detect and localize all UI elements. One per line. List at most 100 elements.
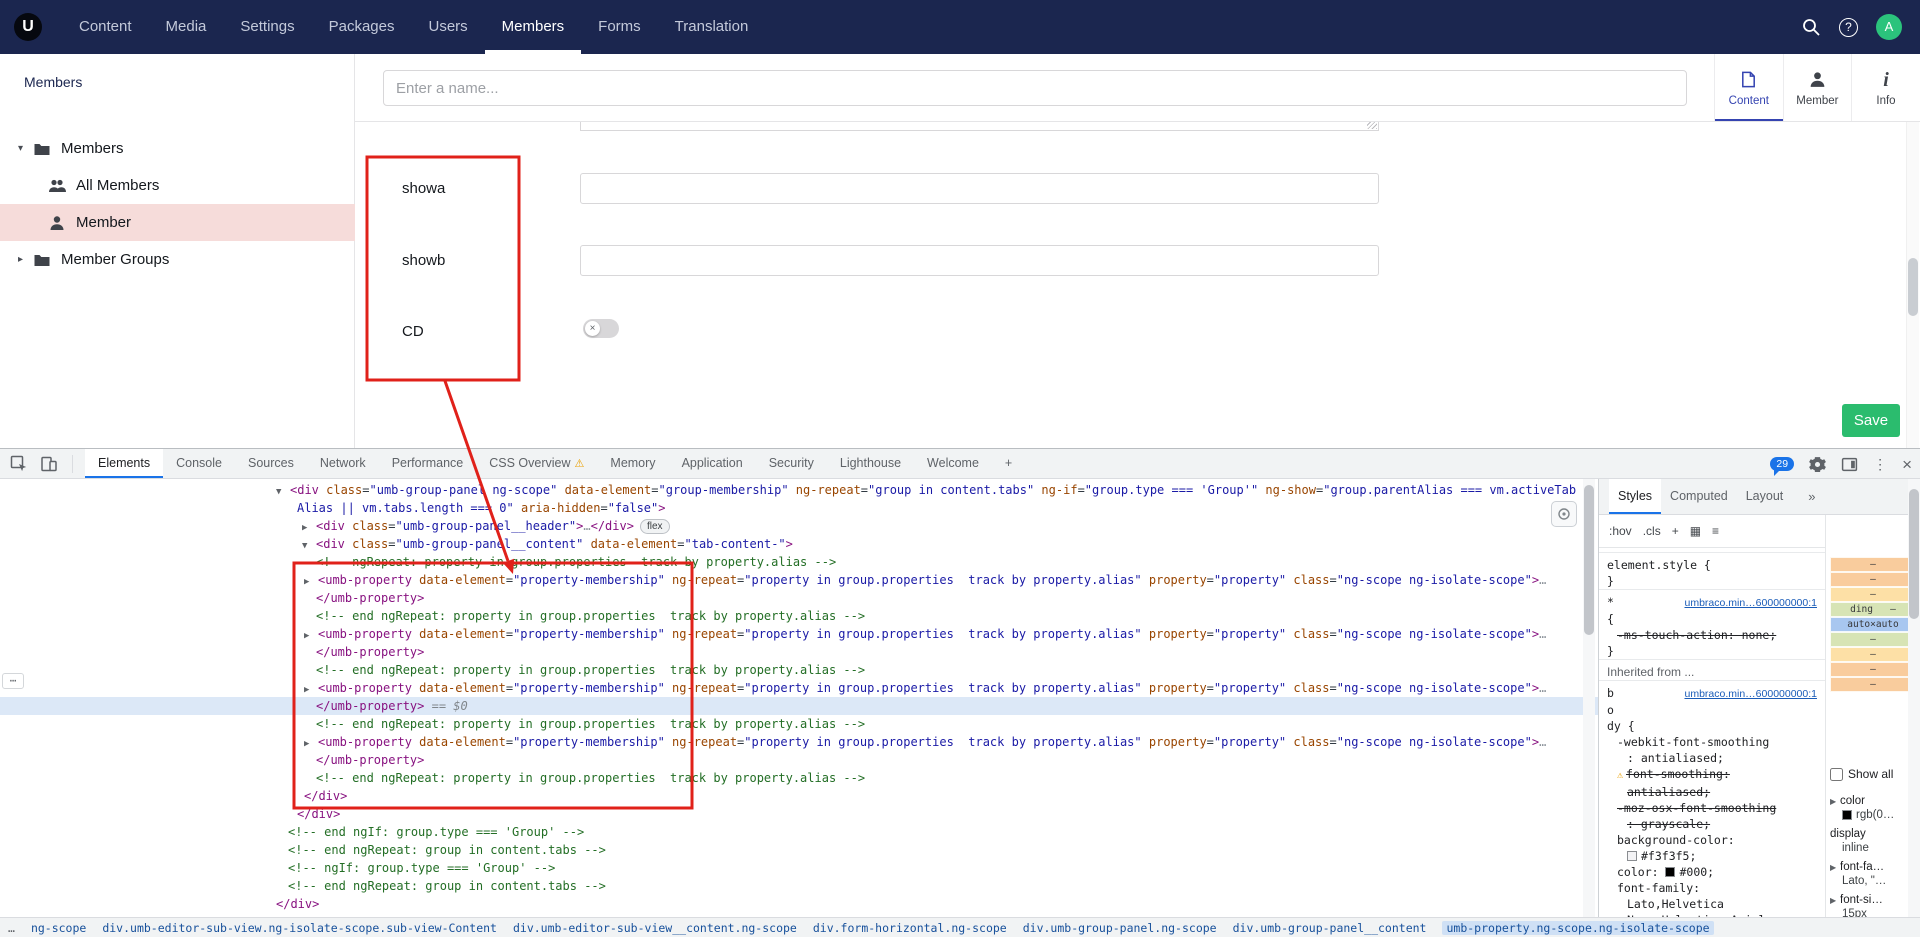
- box-model-row[interactable]: ding –: [1830, 602, 1916, 617]
- dom-tree-node[interactable]: <!-- ngRepeat: property in group.propert…: [0, 553, 1598, 571]
- devtools-tab-lighthouse[interactable]: Lighthouse: [827, 449, 914, 478]
- dom-tree-node[interactable]: ▼ <div class="umb-group-panel__content" d…: [0, 535, 1598, 553]
- page-scrollbar[interactable]: [1906, 122, 1919, 448]
- dom-breadcrumb[interactable]: div.umb-editor-sub-view__content.ng-scop…: [513, 921, 797, 935]
- line-overflow-dots[interactable]: ⋯: [2, 673, 24, 689]
- sidebar-tab-layout[interactable]: Layout: [1737, 479, 1793, 514]
- more-options-icon[interactable]: ⋮: [1873, 456, 1887, 473]
- box-model-row[interactable]: –: [1830, 632, 1916, 647]
- computed-property-color[interactable]: ▶ color rgb(0…: [1830, 795, 1920, 821]
- topnav-item-users[interactable]: Users: [411, 0, 484, 54]
- box-model-row[interactable]: –: [1830, 557, 1916, 572]
- more-tabs-icon[interactable]: »: [1808, 489, 1815, 504]
- dom-breadcrumb[interactable]: umb-property.ng-scope.ng-isolate-scope: [1442, 921, 1714, 935]
- topnav-item-media[interactable]: Media: [149, 0, 224, 54]
- tree-item-all-members[interactable]: All Members: [0, 167, 355, 204]
- dom-tree-node[interactable]: </umb-property> == $0: [0, 697, 1598, 715]
- devtools-tab-css-overview[interactable]: CSS Overview ⚠: [476, 449, 597, 478]
- gear-icon[interactable]: [1809, 456, 1826, 473]
- styles-filter-item[interactable]: ▦: [1690, 524, 1701, 538]
- dom-tree-node[interactable]: <!-- end ngRepeat: property in group.pro…: [0, 607, 1598, 625]
- tree-item-member[interactable]: Member: [0, 204, 355, 241]
- topnav-item-settings[interactable]: Settings: [223, 0, 311, 54]
- box-model-row[interactable]: –: [1830, 647, 1916, 662]
- box-model-row[interactable]: –: [1830, 587, 1916, 602]
- box-model-row[interactable]: –: [1830, 677, 1916, 692]
- styles-filter-item[interactable]: .cls: [1643, 524, 1661, 538]
- editor-tab-info[interactable]: i Info: [1851, 54, 1920, 122]
- computed-property-font-si-[interactable]: ▶ font-si… 15px: [1830, 894, 1920, 917]
- dom-tree-node[interactable]: </div>: [0, 895, 1598, 913]
- color-swatch[interactable]: [1665, 867, 1676, 877]
- dom-tree-node[interactable]: </umb-property>: [0, 643, 1598, 661]
- field-input-showb[interactable]: [580, 245, 1379, 276]
- adorner-target-icon[interactable]: [1551, 501, 1577, 527]
- devtools-tab-console[interactable]: Console: [163, 449, 235, 478]
- sidebar-tab-computed[interactable]: Computed: [1661, 479, 1737, 514]
- devtools-tab-performance[interactable]: Performance: [379, 449, 477, 478]
- devtools-tab-memory[interactable]: Memory: [597, 449, 668, 478]
- umbraco-logo[interactable]: U: [14, 13, 42, 41]
- avatar[interactable]: A: [1876, 14, 1902, 40]
- dom-tree-node[interactable]: <!-- end ngRepeat: property in group.pro…: [0, 715, 1598, 733]
- page-scrollbar-thumb[interactable]: [1908, 258, 1918, 316]
- tree-item-members[interactable]: ▾ Members: [0, 130, 355, 167]
- toggle-switch-off[interactable]: ×: [583, 319, 619, 338]
- save-button[interactable]: Save: [1842, 404, 1900, 437]
- resize-grip-icon[interactable]: [1367, 122, 1377, 129]
- tree-caret-icon[interactable]: ▾: [18, 143, 33, 154]
- computed-property-font-fa-[interactable]: ▶ font-fa… Lato, "…: [1830, 861, 1920, 887]
- dom-breadcrumb[interactable]: div.umb-group-panel__content: [1233, 921, 1427, 935]
- dom-tree-node[interactable]: ▶ <umb-property data-element="property-me…: [0, 625, 1598, 643]
- inspect-element-icon[interactable]: [10, 455, 28, 473]
- topnav-item-forms[interactable]: Forms: [581, 0, 658, 54]
- stylesheet-source-link[interactable]: umbraco.min…600000000:1: [1684, 595, 1817, 611]
- dom-breadcrumb[interactable]: div.umb-editor-sub-view.ng-isolate-scope…: [102, 921, 497, 935]
- devtools-tab-new-tab[interactable]: +: [992, 449, 1025, 478]
- topnav-item-members[interactable]: Members: [485, 0, 582, 54]
- field-input-showa[interactable]: [580, 173, 1379, 204]
- dom-tree-node[interactable]: </umb-property>: [0, 751, 1598, 769]
- dom-tree-node[interactable]: </umb-property>: [0, 589, 1598, 607]
- dom-tree-node[interactable]: <!-- end ngIf: group.type === 'Group' --…: [0, 823, 1598, 841]
- topnav-item-content[interactable]: Content: [62, 0, 149, 54]
- disclosure-triangle-icon[interactable]: ▼: [302, 537, 316, 555]
- box-model-row[interactable]: –: [1830, 662, 1916, 677]
- devtools-tab-welcome[interactable]: Welcome: [914, 449, 992, 478]
- dom-tree-node[interactable]: <!-- end ngRepeat: group in content.tabs…: [0, 877, 1598, 895]
- sidebar-scrollbar[interactable]: [1908, 479, 1920, 917]
- device-toolbar-icon[interactable]: [40, 455, 58, 473]
- tree-caret-icon[interactable]: ▸: [18, 254, 33, 265]
- dom-tree-node[interactable]: ▼ <div class="umb-group-panel ng-scope" d…: [0, 481, 1598, 499]
- dom-tree-node[interactable]: ▶ <umb-property data-element="property-me…: [0, 679, 1598, 697]
- topnav-item-packages[interactable]: Packages: [312, 0, 412, 54]
- devtools-tab-security[interactable]: Security: [756, 449, 827, 478]
- dom-breadcrumb[interactable]: ng-scope: [31, 921, 86, 935]
- stylesheet-source-link[interactable]: umbraco.min…600000000:1: [1684, 686, 1817, 702]
- dom-tree-node[interactable]: <!-- end ngRepeat: property in group.pro…: [0, 769, 1598, 787]
- textarea-bottom-remnant[interactable]: [580, 122, 1379, 131]
- expand-arrow-icon[interactable]: ▶: [1830, 797, 1840, 806]
- dom-tree-node[interactable]: ▶ <umb-property data-element="property-me…: [0, 733, 1598, 751]
- name-input[interactable]: [383, 70, 1687, 106]
- dom-breadcrumb[interactable]: div.umb-group-panel.ng-scope: [1023, 921, 1217, 935]
- sidebar-scrollbar-thumb[interactable]: [1909, 489, 1919, 619]
- dom-tree-node[interactable]: <!-- ngIf: group.type === 'Group' -->: [0, 859, 1598, 877]
- tree-item-member-groups[interactable]: ▸ Member Groups: [0, 241, 355, 278]
- dom-tree-node[interactable]: Alias || vm.tabs.length === 0" aria-hidd…: [0, 499, 1598, 517]
- dom-tree-node[interactable]: ▶ <div class="umb-group-panel__header">…<…: [0, 517, 1598, 535]
- show-all-checkbox[interactable]: [1830, 767, 1843, 781]
- box-model-row[interactable]: –: [1830, 572, 1916, 587]
- styles-filter-item[interactable]: :hov: [1609, 524, 1632, 538]
- editor-tab-member[interactable]: Member: [1782, 54, 1852, 122]
- styles-filter-item[interactable]: +: [1672, 524, 1679, 538]
- devtools-tab-elements[interactable]: Elements: [85, 449, 164, 478]
- editor-tab-content[interactable]: Content: [1714, 54, 1783, 122]
- computed-property-display[interactable]: display inline: [1830, 828, 1920, 854]
- dom-tree-node[interactable]: <!-- end ngRepeat: group in content.tabs…: [0, 841, 1598, 859]
- close-devtools-icon[interactable]: ×: [1902, 456, 1912, 473]
- dock-side-icon[interactable]: [1841, 456, 1858, 473]
- help-icon[interactable]: ?: [1839, 17, 1858, 37]
- dom-breadcrumb[interactable]: div.form-horizontal.ng-scope: [813, 921, 1007, 935]
- dom-tree-node[interactable]: ▶ <umb-property data-element="property-me…: [0, 571, 1598, 589]
